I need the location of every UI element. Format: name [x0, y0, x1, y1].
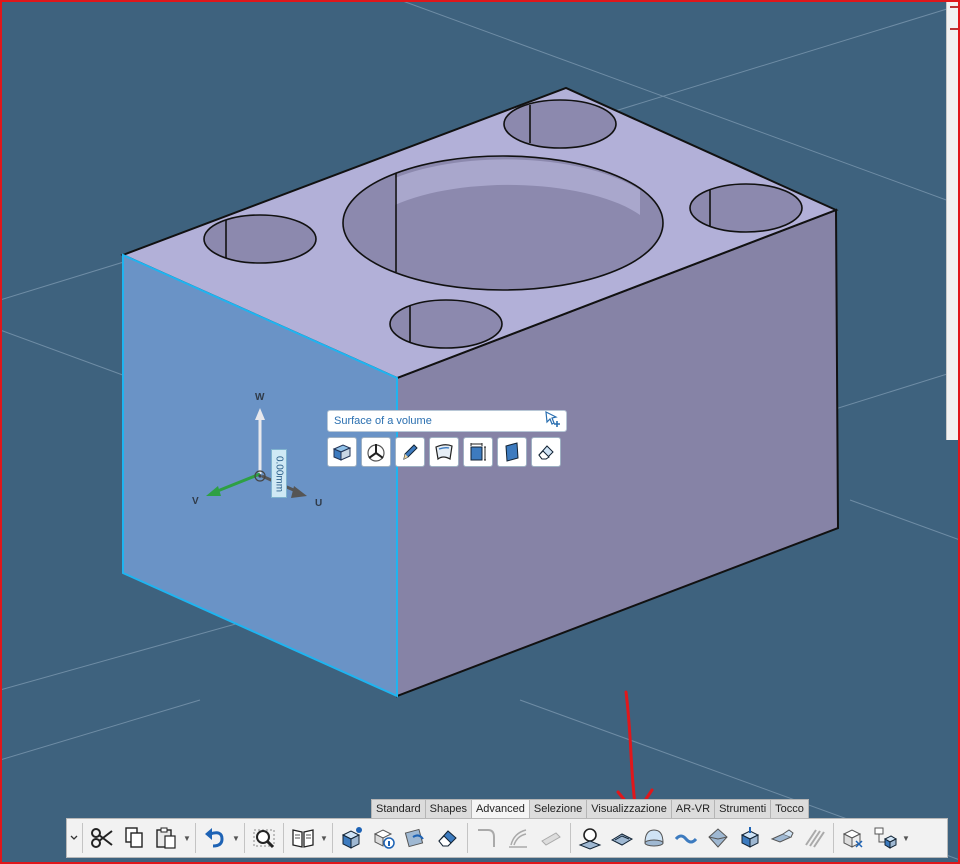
dome-icon: [644, 829, 664, 847]
book-icon: [292, 829, 314, 848]
swap-icon: [404, 828, 424, 848]
surface-button[interactable]: [606, 822, 638, 854]
ribbon-collapse-button[interactable]: [69, 822, 79, 854]
undo-button[interactable]: [199, 822, 231, 854]
component-icon: [842, 829, 863, 848]
dimension-value: 0.00mm: [273, 455, 285, 492]
hole-top: [503, 99, 617, 149]
hole-front: [389, 299, 503, 349]
tab-visualizzazione[interactable]: Visualizzazione: [587, 800, 672, 820]
bend-button[interactable]: [702, 822, 734, 854]
sketch-button[interactable]: [395, 437, 425, 467]
extrude-icon: [332, 444, 352, 461]
book-button[interactable]: [287, 822, 319, 854]
paste-dropdown[interactable]: ▼: [182, 822, 192, 854]
popup-title: Surface of a volume: [334, 415, 432, 427]
zoom-icon: [253, 829, 275, 849]
ribbon-toolbar: ▼ ▼ ▼ ▼: [66, 818, 948, 858]
component-button[interactable]: [837, 822, 869, 854]
loft-button[interactable]: [503, 822, 535, 854]
chevron-down-icon: [70, 835, 78, 840]
flange-button[interactable]: [766, 822, 798, 854]
ribs-icon: [805, 829, 825, 848]
undo-icon: [205, 828, 224, 848]
sweep-button[interactable]: [535, 822, 567, 854]
side-panel-edge: [946, 0, 960, 440]
surface-icon: [610, 833, 634, 846]
copy-button[interactable]: [118, 822, 150, 854]
paste-button[interactable]: [150, 822, 182, 854]
twist-button[interactable]: [670, 822, 702, 854]
tab-ar-vr[interactable]: AR-VR: [672, 800, 716, 820]
popup-toolbar: [327, 437, 567, 467]
tab-tocco[interactable]: Tocco: [771, 800, 808, 820]
info-box-icon: [373, 829, 395, 849]
tab-selezione[interactable]: Selezione: [530, 800, 588, 820]
axis-w-label: W: [255, 392, 265, 403]
section-button[interactable]: [574, 822, 606, 854]
assembly-icon: [874, 827, 898, 849]
ribbon-tabs: Standard Shapes Advanced Selezione Visua…: [371, 799, 809, 820]
bend-icon: [708, 828, 728, 848]
unfold-button[interactable]: [734, 822, 766, 854]
robot-manipulator-button[interactable]: [361, 437, 391, 467]
sweep-icon: [541, 832, 561, 846]
extrude-button[interactable]: [327, 437, 357, 467]
assembly-button[interactable]: [869, 822, 901, 854]
hole-right: [689, 183, 803, 233]
axis-u-label: U: [315, 498, 323, 509]
twist-icon: [674, 834, 698, 844]
eraser-icon: [438, 830, 457, 847]
tab-strumenti[interactable]: Strumenti: [715, 800, 772, 820]
zoom-button[interactable]: [248, 822, 280, 854]
undo-dropdown[interactable]: ▼: [231, 822, 241, 854]
context-popup: Surface of a volume: [327, 410, 567, 467]
curved-face-icon: [435, 444, 453, 461]
tab-shapes[interactable]: Shapes: [426, 800, 472, 820]
ribs-button[interactable]: [798, 822, 830, 854]
tab-advanced[interactable]: Advanced: [471, 800, 530, 820]
erase-button[interactable]: [531, 437, 561, 467]
new-part-button[interactable]: [336, 822, 368, 854]
hole-large: [342, 155, 664, 291]
flange-icon: [770, 829, 794, 843]
fillet-button[interactable]: [471, 822, 503, 854]
face-color-button[interactable]: [497, 437, 527, 467]
dome-button[interactable]: [638, 822, 670, 854]
face-icon: [505, 442, 519, 462]
tab-standard[interactable]: Standard: [372, 800, 426, 820]
eraser-icon: [538, 445, 554, 460]
scissors-icon: [91, 828, 113, 848]
eraser-button[interactable]: [432, 822, 464, 854]
section-icon: [578, 828, 602, 850]
clipboard-icon: [156, 827, 176, 849]
tripod-icon: [367, 444, 385, 462]
dimension-icon: [470, 443, 486, 461]
dimension-label[interactable]: 0.00mm: [271, 449, 287, 498]
copy-icon: [125, 827, 143, 848]
loft-icon: [509, 829, 527, 848]
fillet-icon: [478, 829, 495, 847]
select-add-icon[interactable]: [544, 410, 562, 433]
dimension-button[interactable]: [463, 437, 493, 467]
part-info-button[interactable]: [368, 822, 400, 854]
cut-button[interactable]: [86, 822, 118, 854]
axis-v-label: V: [192, 496, 199, 507]
pencil-icon: [403, 444, 418, 460]
replace-button[interactable]: [400, 822, 432, 854]
hole-left: [203, 214, 317, 264]
annotation-arrow: [616, 690, 654, 816]
book-dropdown[interactable]: ▼: [319, 822, 329, 854]
assembly-dropdown[interactable]: ▼: [901, 822, 911, 854]
face-offset-button[interactable]: [429, 437, 459, 467]
popup-header: Surface of a volume: [327, 410, 567, 432]
box-star-icon: [341, 827, 362, 849]
unfold-icon: [740, 827, 760, 848]
